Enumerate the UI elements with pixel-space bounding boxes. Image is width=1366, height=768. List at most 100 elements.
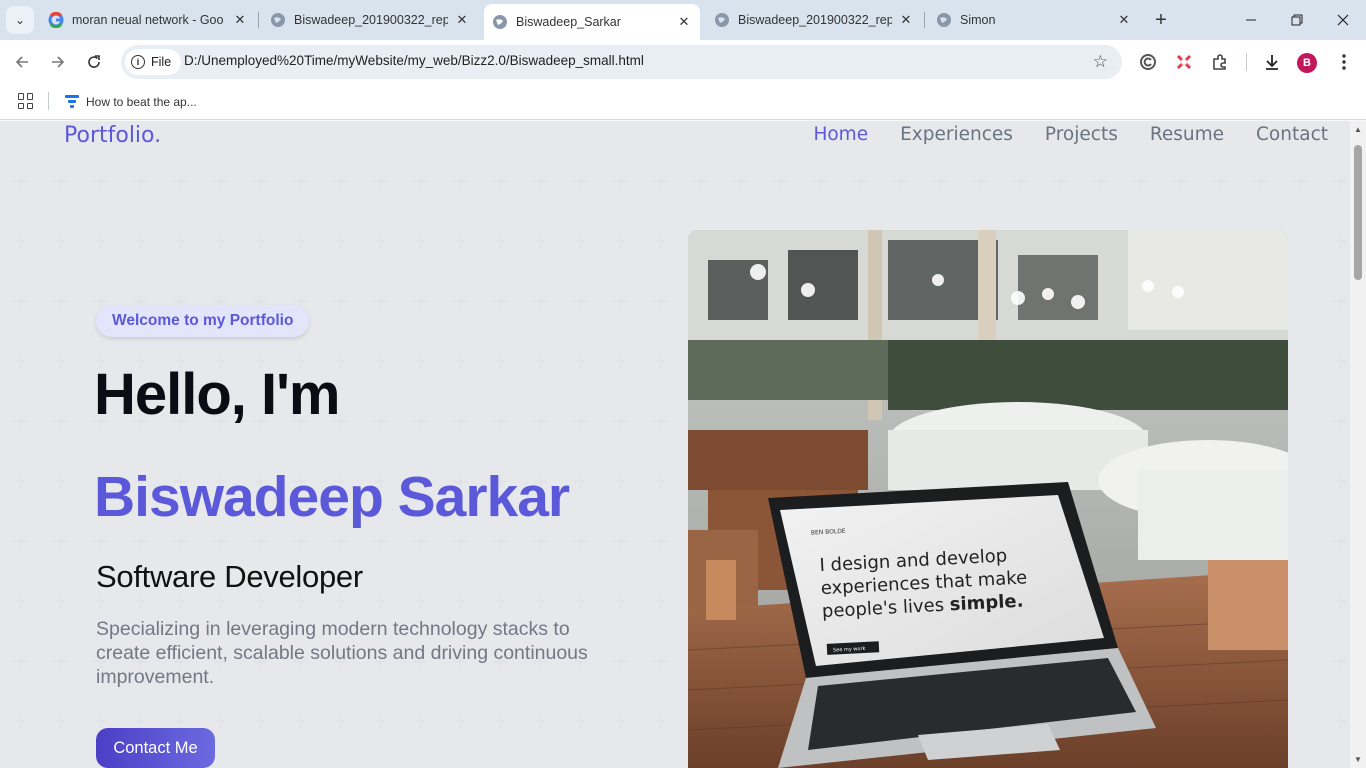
star-icon[interactable]: ☆ <box>1093 52 1108 72</box>
nav-home[interactable]: Home <box>813 124 868 145</box>
close-window-button[interactable] <box>1320 0 1366 40</box>
plus-decoration: + <box>492 589 509 613</box>
plus-decoration: + <box>332 229 349 253</box>
site-header: Portfolio. Home Experiences Projects Res… <box>0 121 1350 151</box>
plus-decoration: + <box>612 709 629 733</box>
tab-1[interactable]: moran neual network - Goo ✕ <box>40 5 256 35</box>
bookmark-item[interactable]: How to beat the ap... <box>64 91 197 113</box>
plus-decoration: + <box>572 169 589 193</box>
plus-decoration: + <box>412 409 429 433</box>
close-icon[interactable]: ✕ <box>1116 12 1132 28</box>
plus-decoration: + <box>52 649 69 673</box>
tab-search-button[interactable]: ⌄ <box>6 6 34 34</box>
plus-decoration: + <box>52 709 69 733</box>
plus-decoration: + <box>12 589 29 613</box>
photo-headline-3b: simple. <box>949 591 1024 616</box>
plus-decoration: + <box>1332 169 1349 193</box>
plus-decoration: + <box>1332 349 1349 373</box>
extension-c-icon[interactable] <box>1136 50 1160 74</box>
scroll-up-icon[interactable]: ▲ <box>1354 125 1362 134</box>
plus-decoration: + <box>292 229 309 253</box>
plus-decoration: + <box>612 169 629 193</box>
globe-icon <box>270 12 286 28</box>
tab-2[interactable]: Biswadeep_201900322_repo ✕ <box>262 5 478 35</box>
plus-decoration: + <box>52 229 69 253</box>
back-button[interactable] <box>8 48 36 76</box>
plus-decoration: + <box>1332 649 1349 673</box>
nav-resume[interactable]: Resume <box>1150 124 1224 145</box>
plus-decoration: + <box>92 169 109 193</box>
plus-decoration: + <box>12 529 29 553</box>
hero-description: Specializing in leveraging modern techno… <box>96 618 588 688</box>
plus-decoration: + <box>452 409 469 433</box>
close-icon[interactable]: ✕ <box>454 12 470 28</box>
plus-decoration: + <box>12 349 29 373</box>
plus-decoration: + <box>572 529 589 553</box>
site-info-chip[interactable]: i File <box>125 49 182 75</box>
tab-title: moran neual network - Goo <box>72 13 224 27</box>
kebab-menu-icon[interactable] <box>1332 50 1356 74</box>
restore-button[interactable] <box>1274 0 1320 40</box>
plus-decoration: + <box>52 169 69 193</box>
plus-decoration: + <box>1332 229 1349 253</box>
tab-divider <box>258 12 259 28</box>
scroll-down-icon[interactable]: ▼ <box>1354 755 1362 764</box>
plus-decoration: + <box>372 409 389 433</box>
nav-contact[interactable]: Contact <box>1256 124 1328 145</box>
chip-label: File <box>151 55 172 69</box>
site-logo[interactable]: Portfolio. <box>64 123 161 148</box>
plus-decoration: + <box>1332 469 1349 493</box>
plus-decoration: + <box>372 349 389 373</box>
plus-decoration: + <box>372 289 389 313</box>
tab-strip: ⌄ moran neual network - Goo ✕ Biswadeep_… <box>0 0 1366 40</box>
apps-grid-icon[interactable] <box>18 93 34 109</box>
plus-decoration: + <box>12 709 29 733</box>
nav-experiences[interactable]: Experiences <box>900 124 1013 145</box>
plus-decoration: + <box>372 709 389 733</box>
profile-avatar[interactable]: B <box>1297 53 1317 73</box>
close-icon[interactable]: ✕ <box>898 12 914 28</box>
info-icon: i <box>131 55 145 69</box>
plus-decoration: + <box>132 529 149 553</box>
plus-decoration: + <box>1292 169 1309 193</box>
plus-decoration: + <box>252 529 269 553</box>
plus-decoration: + <box>412 229 429 253</box>
reload-button[interactable] <box>80 48 108 76</box>
plus-decoration: + <box>212 709 229 733</box>
plus-decoration: + <box>612 529 629 553</box>
plus-decoration: + <box>292 169 309 193</box>
close-icon[interactable]: ✕ <box>676 14 692 30</box>
contact-me-button[interactable]: Contact Me <box>96 728 215 768</box>
extension-x-icon[interactable] <box>1172 50 1196 74</box>
address-bar[interactable]: i File D:/Unemployed%20Time/myWebsite/my… <box>121 45 1122 79</box>
plus-decoration: + <box>452 229 469 253</box>
plus-decoration: + <box>652 229 669 253</box>
new-tab-button[interactable]: + <box>1149 8 1173 32</box>
tab-5[interactable]: Simon ✕ <box>928 5 1140 35</box>
minimize-button[interactable] <box>1228 0 1274 40</box>
plus-decoration: + <box>812 169 829 193</box>
plus-decoration: + <box>572 469 589 493</box>
plus-decoration: + <box>452 529 469 553</box>
scrollbar-thumb[interactable] <box>1354 145 1362 280</box>
plus-decoration: + <box>492 229 509 253</box>
nav-projects[interactable]: Projects <box>1045 124 1118 145</box>
close-icon[interactable]: ✕ <box>232 12 248 28</box>
plus-decoration: + <box>332 289 349 313</box>
plus-decoration: + <box>652 289 669 313</box>
page-scrollbar[interactable]: ▲ ▼ <box>1350 121 1366 768</box>
url-text[interactable]: D:/Unemployed%20Time/myWebsite/my_web/Bi… <box>184 53 644 68</box>
tab-4[interactable]: Biswadeep_201900322_repo ✕ <box>706 5 922 35</box>
plus-decoration: + <box>172 529 189 553</box>
plus-decoration: + <box>852 169 869 193</box>
plus-decoration: + <box>1252 169 1269 193</box>
plus-decoration: + <box>652 349 669 373</box>
tab-3-active[interactable]: Biswadeep_Sarkar ✕ <box>484 4 700 40</box>
plus-decoration: + <box>12 469 29 493</box>
hero-photo: BEN BOLDE I design and develop experienc… <box>688 230 1288 768</box>
forward-button[interactable] <box>44 48 72 76</box>
plus-decoration: + <box>412 349 429 373</box>
download-icon[interactable] <box>1260 50 1284 74</box>
puzzle-icon[interactable] <box>1208 50 1232 74</box>
hero-name: Biswadeep Sarkar <box>94 465 570 529</box>
